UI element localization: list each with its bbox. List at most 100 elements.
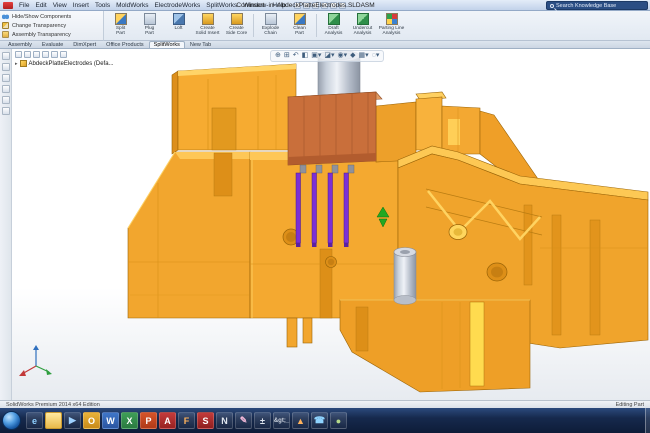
taskbar-outlook[interactable]: O — [83, 412, 100, 429]
tab-new-tab[interactable]: New Tab — [185, 41, 216, 48]
taskbar-powerpoint[interactable]: P — [140, 412, 157, 429]
tree-root-item[interactable]: ▸ AbdeckPlatteElectrodes (Defa... — [15, 60, 114, 67]
plug-part-icon — [143, 13, 156, 25]
taskbar-media-player[interactable]: ▶ — [64, 412, 81, 429]
menu-edit[interactable]: Edit — [32, 0, 49, 11]
copper-insert[interactable] — [287, 91, 383, 174]
assembly-transparency-button[interactable]: Assembly Transparency — [2, 30, 101, 39]
taskbar-calculator[interactable]: ± — [254, 412, 271, 429]
taskbar-windows-explorer[interactable] — [45, 412, 62, 429]
tab-splitworks[interactable]: SplitWorks — [148, 41, 185, 48]
tab-assembly[interactable]: Assembly — [3, 41, 37, 48]
start-button[interactable] — [2, 411, 21, 430]
configurationmanager-tab-icon[interactable] — [33, 51, 40, 58]
parting-line-analysis-icon — [385, 13, 398, 25]
search-input[interactable] — [556, 2, 644, 9]
side-panel-tabs — [0, 49, 12, 400]
change-transparency-button[interactable]: Change Transparency — [2, 21, 101, 30]
apply-scene-icon[interactable]: ▦▾ — [359, 52, 369, 60]
create-side-core-button[interactable]: Create Side Core — [222, 12, 251, 39]
mold-upper-left-block[interactable] — [171, 63, 297, 155]
dimxpertmanager-tab-icon[interactable] — [42, 51, 49, 58]
custom-properties-tab[interactable] — [1, 96, 10, 104]
viewport-3d[interactable] — [12, 49, 650, 400]
taskbar-command-prompt[interactable]: &gt;_ — [273, 412, 290, 429]
clean-part-button[interactable]: Clean Part — [285, 12, 314, 39]
window-title: ConInsert -in- AbdeckPlatteElectrodes.SL… — [236, 2, 375, 9]
taskbar-acrobat-reader[interactable]: A — [159, 412, 176, 429]
displaymanager-tab-icon[interactable] — [51, 51, 58, 58]
create-solid-insert-icon — [201, 13, 214, 25]
explode-chain-button[interactable]: Explode Chain — [256, 12, 285, 39]
taskbar-word[interactable]: W — [102, 412, 119, 429]
taskbar-internet-explorer[interactable]: e — [26, 412, 43, 429]
menu-view[interactable]: View — [50, 0, 70, 11]
undercut-analysis-icon — [356, 13, 369, 25]
support-boss[interactable] — [393, 247, 417, 305]
change-transparency-icon — [2, 22, 9, 29]
menu-electrodeworks[interactable]: ElectrodeWorks — [152, 0, 204, 11]
menu-splitworks[interactable]: SplitWorks — [203, 0, 240, 11]
assembly-node-icon — [19, 60, 27, 67]
windows-taskbar: e ▶ O W X P A F S N ✎ ± &gt;_ ▲ ☎ ● — [0, 408, 650, 433]
taskbar-chrome[interactable]: ● — [330, 412, 347, 429]
undercut-analysis-label: Undercut Analysis — [352, 26, 373, 37]
section-view-icon[interactable]: ◧ — [302, 52, 309, 60]
status-left-text: SolidWorks Premium 2014 x64 Edition — [6, 401, 100, 408]
create-solid-insert-button[interactable]: Create Solid Insert — [193, 12, 222, 39]
view-orientation-icon[interactable]: ▣▾ — [311, 52, 321, 60]
show-desktop-button[interactable] — [645, 408, 650, 433]
feature-manager-tree: ▸ AbdeckPlatteElectrodes (Defa... — [15, 51, 114, 67]
hide-show-components-label: Hide/Show Components — [12, 13, 72, 20]
explode-chain-icon — [264, 13, 277, 25]
view-palette-tab[interactable] — [1, 74, 10, 82]
create-side-core-label: Create Side Core — [225, 26, 248, 37]
tab-office-products[interactable]: Office Products — [101, 41, 149, 48]
hide-show-items-icon[interactable]: ◉▾ — [338, 52, 348, 60]
split-part-button[interactable]: Split Part — [106, 12, 135, 39]
design-library-tab[interactable] — [1, 52, 10, 60]
feature-manager-toolbar — [15, 51, 114, 58]
plug-part-button[interactable]: Plug Part — [135, 12, 164, 39]
search-icon — [550, 3, 554, 8]
zoom-area-icon[interactable]: ⊞ — [284, 52, 290, 60]
edit-appearance-icon[interactable]: ◆ — [350, 52, 355, 60]
zoom-fit-icon[interactable]: ⊕ — [275, 52, 281, 60]
taskbar-vlc[interactable]: ▲ — [292, 412, 309, 429]
taskbar-skype[interactable]: ☎ — [311, 412, 328, 429]
graphics-area[interactable]: ▸ AbdeckPlatteElectrodes (Defa... ⊕ ⊞ ↶ … — [0, 49, 650, 400]
propertymanager-tab-icon[interactable] — [24, 51, 31, 58]
menu-tools[interactable]: Tools — [92, 0, 113, 11]
undercut-analysis-button[interactable]: Undercut Analysis — [348, 12, 377, 39]
tab-dimxpert[interactable]: DimXpert — [68, 41, 101, 48]
taskbar-firefox[interactable]: F — [178, 412, 195, 429]
loft-button[interactable]: Loft — [164, 12, 193, 39]
knowledge-search[interactable] — [546, 1, 648, 10]
parting-line-analysis-button[interactable]: Parting Line Analysis — [377, 12, 406, 39]
menu-moldworks[interactable]: MoldWorks — [113, 0, 151, 11]
tab-evaluate[interactable]: Evaluate — [37, 41, 68, 48]
loft-label: Loft — [174, 26, 183, 31]
taskbar-notepad[interactable]: N — [216, 412, 233, 429]
heads-up-view-toolbar: ⊕ ⊞ ↶ ◧ ▣▾ ◪▾ ◉▾ ◆ ▦▾ ◌▾ — [270, 50, 385, 62]
forum-tab[interactable] — [1, 107, 10, 115]
previous-view-icon[interactable]: ↶ — [293, 52, 299, 60]
file-explorer-tab[interactable] — [1, 63, 10, 71]
featuremanager-tab-icon[interactable] — [15, 51, 22, 58]
display-style-icon[interactable]: ◪▾ — [324, 52, 334, 60]
taskbar-solidworks[interactable]: S — [197, 412, 214, 429]
tree-root-label: AbdeckPlatteElectrodes (Defa... — [28, 60, 114, 67]
solidworks-logo-icon — [3, 1, 13, 9]
filter-icon[interactable] — [60, 51, 67, 58]
draft-analysis-button[interactable]: Draft Analysis — [319, 12, 348, 39]
taskbar-paint[interactable]: ✎ — [235, 412, 252, 429]
create-side-core-icon — [230, 13, 243, 25]
menu-insert[interactable]: Insert — [70, 0, 92, 11]
expand-arrow-icon[interactable]: ▸ — [15, 61, 18, 67]
split-part-icon — [114, 13, 127, 25]
hide-show-components-button[interactable]: Hide/Show Components — [2, 12, 101, 21]
taskbar-excel[interactable]: X — [121, 412, 138, 429]
appearances-tab[interactable] — [1, 85, 10, 93]
menu-file[interactable]: File — [16, 0, 32, 11]
view-settings-icon[interactable]: ◌▾ — [372, 52, 380, 60]
